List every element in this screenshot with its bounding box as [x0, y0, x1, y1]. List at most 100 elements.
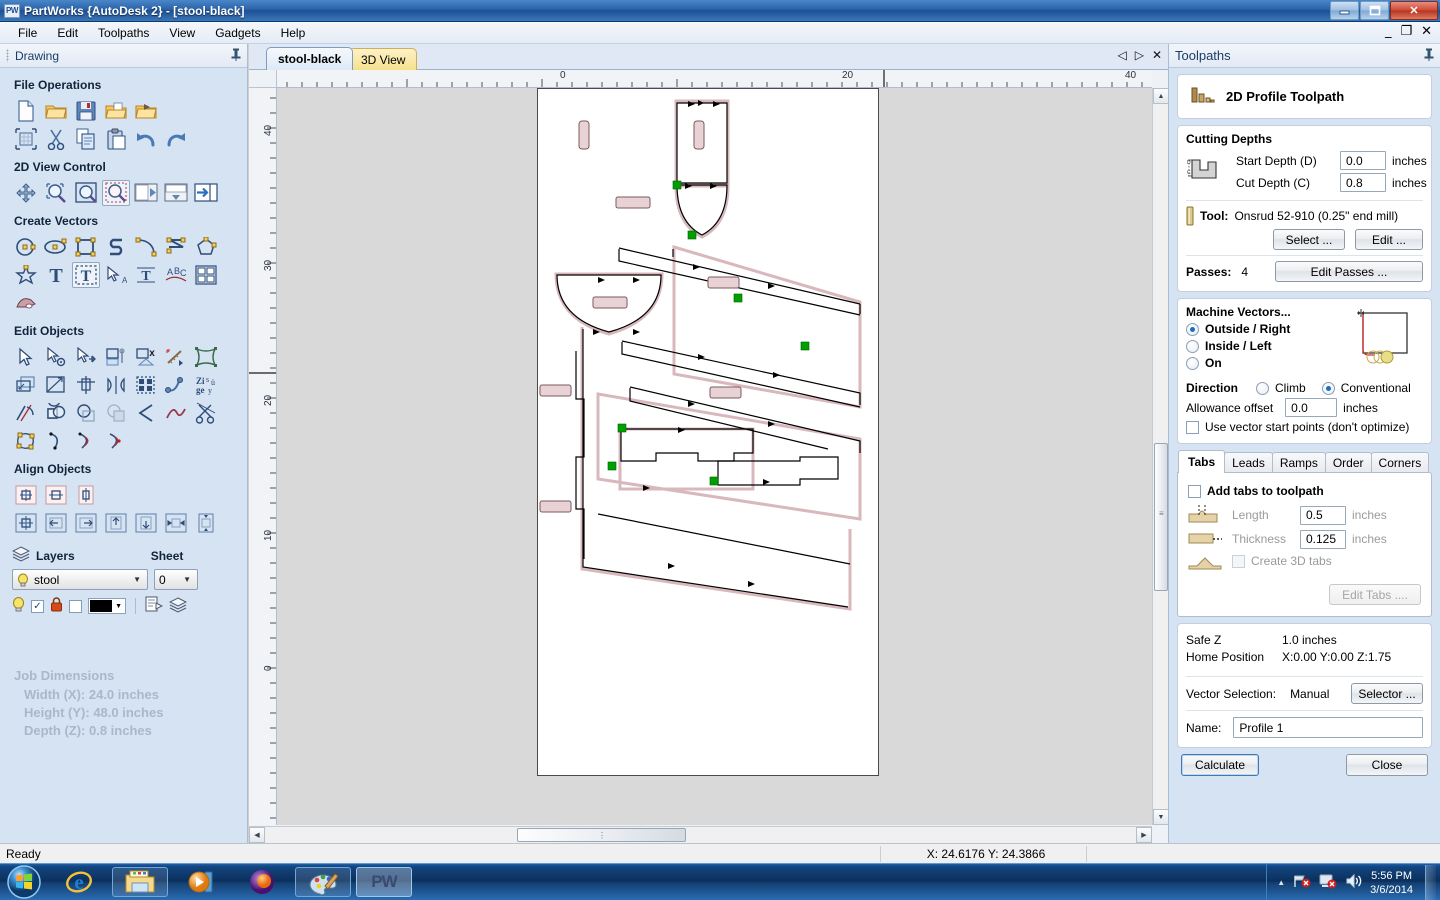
option-tab-corners[interactable]: Corners [1370, 452, 1430, 473]
tool-select-button[interactable]: Select ... [1273, 229, 1345, 250]
distort-icon[interactable] [192, 344, 220, 370]
align-bottom-icon[interactable] [132, 510, 160, 536]
rectangle-icon[interactable] [72, 234, 100, 260]
redo-icon[interactable] [162, 126, 190, 152]
measure-icon[interactable] [162, 344, 190, 370]
arc-icon[interactable] [132, 234, 160, 260]
subtract-icon[interactable] [72, 400, 100, 426]
zoom-selected-icon[interactable] [102, 180, 130, 206]
fillet-icon[interactable] [12, 400, 40, 426]
polygon-icon[interactable] [192, 234, 220, 260]
option-tab-tabs[interactable]: Tabs [1178, 450, 1226, 473]
node-points-icon[interactable] [12, 428, 40, 454]
mdi-close-button[interactable]: ✕ [1421, 24, 1432, 39]
tab-stool-black[interactable]: stool-black [266, 47, 354, 70]
start-depth-input[interactable]: 0.0 [1340, 151, 1386, 170]
mirror-icon[interactable] [72, 372, 100, 398]
vertical-scroll-thumb[interactable]: ≡ [1154, 443, 1168, 591]
tab-length-input[interactable]: 0.5 [1300, 505, 1346, 525]
save-icon[interactable] [72, 98, 100, 124]
ellipse-icon[interactable] [42, 234, 70, 260]
internet-explorer-icon[interactable]: e [51, 867, 107, 897]
cut-depth-input[interactable]: 0.8 [1340, 173, 1386, 192]
move-icon[interactable] [72, 344, 100, 370]
tabs-3d-row[interactable]: Create 3D tabs [1188, 552, 1421, 570]
show-desktop-button[interactable] [1425, 865, 1436, 900]
curve-icon[interactable] [162, 234, 190, 260]
scroll-left-button[interactable]: ◀ [249, 827, 265, 843]
radio-inside-left[interactable] [1186, 339, 1199, 353]
menu-edit[interactable]: Edit [47, 24, 88, 42]
remove-point-icon[interactable] [102, 428, 130, 454]
radio-conventional[interactable] [1321, 381, 1335, 395]
zigzag-icon[interactable]: Zi s ü ge y [192, 372, 220, 398]
polyline-icon[interactable] [102, 234, 130, 260]
machine-vectors-option-inside[interactable]: Inside / Left [1186, 339, 1345, 353]
flip-icon[interactable] [102, 372, 130, 398]
option-tab-ramps[interactable]: Ramps [1271, 452, 1326, 473]
weld-icon[interactable] [42, 400, 70, 426]
horizontal-scrollbar[interactable]: ◀ ⋮ ▶ [249, 826, 1152, 843]
toggle-split-view-icon[interactable] [162, 180, 190, 206]
node-edit-icon[interactable] [42, 344, 70, 370]
horizontal-scroll-thumb[interactable]: ⋮ [517, 828, 686, 842]
star-icon[interactable] [12, 262, 40, 288]
open-recent-icon[interactable] [102, 98, 130, 124]
sheet-select[interactable]: 0 ▼ [154, 569, 198, 590]
copy-icon[interactable] [72, 126, 100, 152]
partworks-taskbar-icon[interactable]: PW [356, 867, 412, 897]
text-select-icon[interactable]: AB [102, 262, 130, 288]
mdi-restore-button[interactable]: ❐ [1400, 24, 1412, 39]
menu-file[interactable]: File [8, 24, 47, 42]
tab-prev-icon[interactable]: ◁ [1117, 48, 1126, 62]
center-in-job-icon[interactable] [12, 510, 40, 536]
machine-vectors-option-on[interactable]: On [1186, 356, 1345, 370]
menu-help[interactable]: Help [271, 24, 316, 42]
vector-selector-button[interactable]: Selector ... [1351, 683, 1423, 704]
tab-3d-view[interactable]: 3D View [349, 48, 418, 70]
space-horizontal-icon[interactable] [162, 510, 190, 536]
text-icon[interactable]: T [42, 262, 70, 288]
join-icon[interactable] [162, 372, 190, 398]
arc-text-icon[interactable]: ABC [162, 262, 190, 288]
lock-icon[interactable] [50, 597, 63, 615]
close-button[interactable]: ✕ [1390, 1, 1438, 20]
import-icon[interactable] [132, 98, 160, 124]
show-hidden-icons-icon[interactable]: ▲ [1277, 878, 1285, 887]
undo-icon[interactable] [132, 126, 160, 152]
scissors-icon[interactable] [192, 400, 220, 426]
panel-grip[interactable] [6, 49, 9, 62]
allowance-input[interactable]: 0.0 [1285, 398, 1338, 417]
new-file-icon[interactable] [12, 98, 40, 124]
action-center-error-icon[interactable] [1319, 873, 1337, 892]
menu-gadgets[interactable]: Gadgets [205, 24, 270, 42]
intersect-icon[interactable] [102, 400, 130, 426]
merge-layers-icon[interactable] [168, 596, 188, 616]
scroll-down-button[interactable]: ▼ [1153, 809, 1169, 825]
add-tabs-row[interactable]: Add tabs to toolpath [1188, 484, 1421, 498]
vertical-scrollbar[interactable]: ▲ ≡ ▼ [1152, 88, 1169, 825]
align-left-icon[interactable] [42, 510, 70, 536]
align-horizontal-center-icon[interactable] [42, 482, 70, 508]
tab-close-icon[interactable]: ✕ [1152, 48, 1162, 62]
paint-icon[interactable] [295, 867, 351, 897]
toggle-left-view-icon[interactable] [132, 180, 160, 206]
layer-active-checkbox[interactable]: ✓ [31, 599, 44, 613]
circle-icon[interactable] [12, 234, 40, 260]
swap-panes-icon[interactable] [192, 180, 220, 206]
network-error-icon[interactable] [1293, 873, 1311, 892]
edit-passes-button[interactable]: Edit Passes ... [1275, 261, 1423, 282]
minimize-button[interactable] [1330, 1, 1359, 20]
layer-properties-icon[interactable] [145, 596, 164, 616]
start-point-icon[interactable] [42, 428, 70, 454]
tool-edit-button[interactable]: Edit ... [1355, 229, 1423, 250]
job-setup-icon[interactable] [12, 126, 40, 152]
firefox-icon[interactable] [234, 867, 290, 897]
cut-icon[interactable] [42, 126, 70, 152]
layer-select[interactable]: stool ▼ [12, 569, 148, 590]
scroll-right-button[interactable]: ▶ [1136, 827, 1152, 843]
pin-icon[interactable] [231, 48, 241, 64]
zoom-window-icon[interactable] [42, 180, 70, 206]
scroll-up-button[interactable]: ▲ [1153, 88, 1169, 104]
align-vertical-center-icon[interactable] [72, 482, 100, 508]
